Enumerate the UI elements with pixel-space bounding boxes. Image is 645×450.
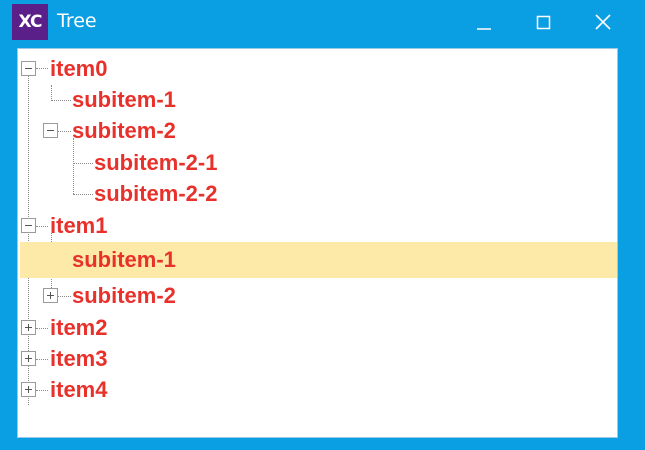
title-bar[interactable]: XC Tree bbox=[0, 0, 645, 44]
maximize-icon bbox=[536, 15, 551, 30]
tree-node-item0[interactable]: item0 bbox=[18, 53, 615, 84]
tree-node-subitem-2-2[interactable]: subitem-2-2 bbox=[18, 178, 615, 209]
tree-node-item4[interactable]: item4 bbox=[18, 374, 615, 405]
tree-node-label: subitem-2 bbox=[72, 283, 176, 308]
tree-node-label: subitem-2-2 bbox=[94, 181, 218, 206]
expand-plus-icon bbox=[25, 386, 32, 393]
tree-view[interactable]: item0 subitem-1 subitem-2 subitem-2-1 su… bbox=[17, 48, 618, 438]
tree-expander-collapsed[interactable] bbox=[43, 288, 58, 303]
tree-node-label: item1 bbox=[50, 213, 108, 238]
tree-expander-expanded[interactable] bbox=[43, 123, 58, 138]
tree-expander-expanded[interactable] bbox=[21, 61, 36, 76]
minimize-button[interactable] bbox=[454, 0, 512, 44]
expand-plus-icon bbox=[25, 324, 32, 331]
tree-node-label: subitem-2 bbox=[72, 118, 176, 143]
tree-expander-expanded[interactable] bbox=[21, 218, 36, 233]
window-title: Tree bbox=[57, 10, 97, 32]
tree-node-subitem-2[interactable]: subitem-2 bbox=[18, 280, 615, 311]
tree-expander-collapsed[interactable] bbox=[21, 320, 36, 335]
tree-node-subitem-1-selected[interactable]: subitem-1 bbox=[20, 242, 617, 278]
tree-node-label: subitem-1 bbox=[72, 247, 176, 272]
minimize-icon bbox=[477, 28, 491, 30]
tree-node-label: item3 bbox=[50, 346, 108, 371]
close-icon bbox=[595, 14, 611, 30]
expand-plus-icon bbox=[47, 292, 54, 299]
close-button[interactable] bbox=[574, 0, 632, 44]
tree-expander-collapsed[interactable] bbox=[21, 351, 36, 366]
app-window: XC Tree item0 subitem-1 subitem-2 subite… bbox=[0, 0, 645, 450]
expand-plus-icon bbox=[25, 355, 32, 362]
app-logo: XC bbox=[12, 4, 48, 40]
collapse-minus-icon bbox=[47, 130, 54, 131]
tree-expander-collapsed[interactable] bbox=[21, 382, 36, 397]
collapse-minus-icon bbox=[25, 68, 32, 69]
tree-node-label: item0 bbox=[50, 56, 108, 81]
tree-node-item2[interactable]: item2 bbox=[18, 312, 615, 343]
tree-node-subitem-1[interactable]: subitem-1 bbox=[18, 84, 615, 115]
tree-node-label: item2 bbox=[50, 315, 108, 340]
tree-node-subitem-2-1[interactable]: subitem-2-1 bbox=[18, 147, 615, 178]
collapse-minus-icon bbox=[25, 225, 32, 226]
tree-node-label: item4 bbox=[50, 377, 108, 402]
maximize-button[interactable] bbox=[514, 0, 572, 44]
tree-node-item1[interactable]: item1 bbox=[18, 210, 615, 241]
tree-node-label: subitem-2-1 bbox=[94, 150, 218, 175]
tree-node-item3[interactable]: item3 bbox=[18, 343, 615, 374]
tree-node-label: subitem-1 bbox=[72, 87, 176, 112]
tree-node-subitem-2[interactable]: subitem-2 bbox=[18, 115, 615, 146]
